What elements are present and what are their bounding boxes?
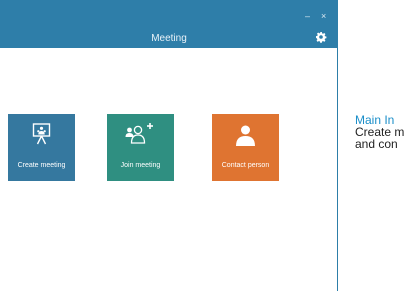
- close-button[interactable]: ×: [321, 11, 326, 21]
- create-meeting-tile[interactable]: Create meeting: [8, 114, 75, 181]
- annotation-callout: Main In Create m and con: [355, 114, 404, 150]
- titlebar: – × Meeting: [0, 0, 338, 48]
- contact-person-tile[interactable]: Contact person: [212, 114, 279, 181]
- add-person-icon: [125, 123, 153, 144]
- window-title: Meeting: [151, 33, 187, 44]
- create-meeting-label: Create meeting: [17, 162, 66, 169]
- contact-person-label: Contact person: [221, 162, 270, 169]
- annotation-line-2: and con: [355, 137, 398, 151]
- join-meeting-label: Join meeting: [120, 162, 161, 169]
- minimize-button[interactable]: –: [305, 11, 310, 21]
- person-icon: [236, 125, 255, 146]
- join-meeting-tile[interactable]: Join meeting: [107, 114, 174, 181]
- gear-icon[interactable]: [315, 31, 327, 43]
- meeting-app-window: – × Meeting Create meeting Join meeting …: [0, 0, 338, 291]
- presentation-board-icon: [32, 123, 51, 145]
